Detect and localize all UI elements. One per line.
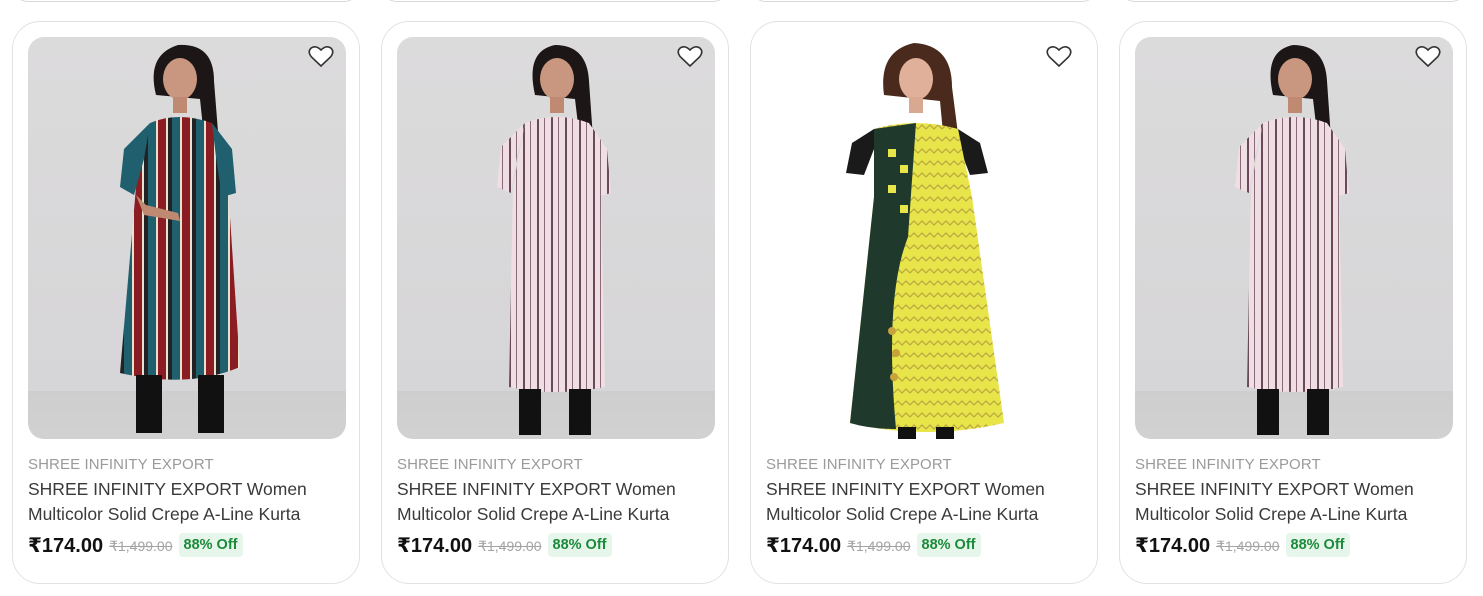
- product-title[interactable]: SHREE INFINITY EXPORT Women Multicolor S…: [766, 477, 1086, 527]
- previous-row-edge: [0, 0, 1483, 6]
- wishlist-heart-icon[interactable]: [1046, 45, 1072, 69]
- product-card[interactable]: SHREE INFINITY EXPORT SHREE INFINITY EXP…: [12, 21, 360, 584]
- product-image[interactable]: [766, 37, 1084, 439]
- wishlist-heart-icon[interactable]: [308, 45, 334, 69]
- price-row: ₹174.00 ₹1,499.00 88% Off: [766, 532, 981, 558]
- product-brand: SHREE INFINITY EXPORT: [766, 456, 952, 473]
- product-image[interactable]: [397, 37, 715, 439]
- product-brand: SHREE INFINITY EXPORT: [397, 456, 583, 473]
- product-mrp: ₹1,499.00: [847, 537, 911, 554]
- product-grid: SHREE INFINITY EXPORT SHREE INFINITY EXP…: [12, 21, 1467, 584]
- product-brand: SHREE INFINITY EXPORT: [1135, 456, 1321, 473]
- wishlist-heart-icon[interactable]: [677, 45, 703, 69]
- product-mrp: ₹1,499.00: [1216, 537, 1280, 554]
- product-price: ₹174.00: [1135, 534, 1211, 557]
- product-title[interactable]: SHREE INFINITY EXPORT Women Multicolor S…: [397, 477, 717, 527]
- product-image[interactable]: [28, 37, 346, 439]
- discount-badge: 88% Off: [547, 533, 612, 557]
- product-mrp: ₹1,499.00: [109, 537, 173, 554]
- product-card[interactable]: SHREE INFINITY EXPORT SHREE INFINITY EXP…: [381, 21, 729, 584]
- product-brand: SHREE INFINITY EXPORT: [28, 456, 214, 473]
- discount-badge: 88% Off: [1285, 533, 1350, 557]
- price-row: ₹174.00 ₹1,499.00 88% Off: [1135, 532, 1350, 558]
- product-price: ₹174.00: [397, 534, 473, 557]
- product-mrp: ₹1,499.00: [478, 537, 542, 554]
- product-title[interactable]: SHREE INFINITY EXPORT Women Multicolor S…: [1135, 477, 1455, 527]
- product-price: ₹174.00: [28, 534, 104, 557]
- product-card[interactable]: SHREE INFINITY EXPORT SHREE INFINITY EXP…: [1119, 21, 1467, 584]
- product-title[interactable]: SHREE INFINITY EXPORT Women Multicolor S…: [28, 477, 348, 527]
- price-row: ₹174.00 ₹1,499.00 88% Off: [28, 532, 243, 558]
- wishlist-heart-icon[interactable]: [1415, 45, 1441, 69]
- product-image[interactable]: [1135, 37, 1453, 439]
- price-row: ₹174.00 ₹1,499.00 88% Off: [397, 532, 612, 558]
- discount-badge: 88% Off: [178, 533, 243, 557]
- product-price: ₹174.00: [766, 534, 842, 557]
- product-card[interactable]: SHREE INFINITY EXPORT SHREE INFINITY EXP…: [750, 21, 1098, 584]
- discount-badge: 88% Off: [916, 533, 981, 557]
